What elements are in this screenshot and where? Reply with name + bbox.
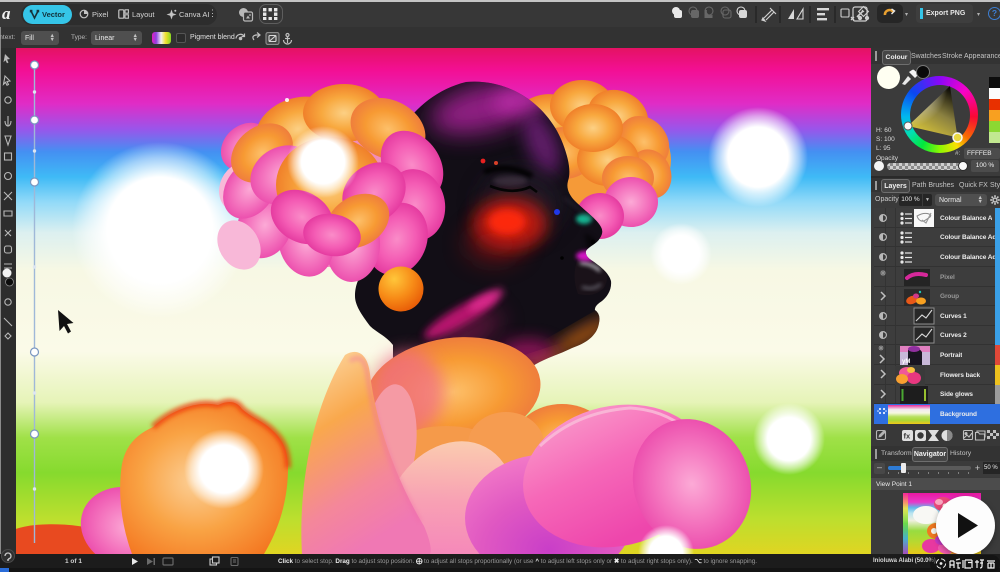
svg-text:fx: fx xyxy=(904,432,911,441)
svg-text:yM: yM xyxy=(902,359,910,365)
